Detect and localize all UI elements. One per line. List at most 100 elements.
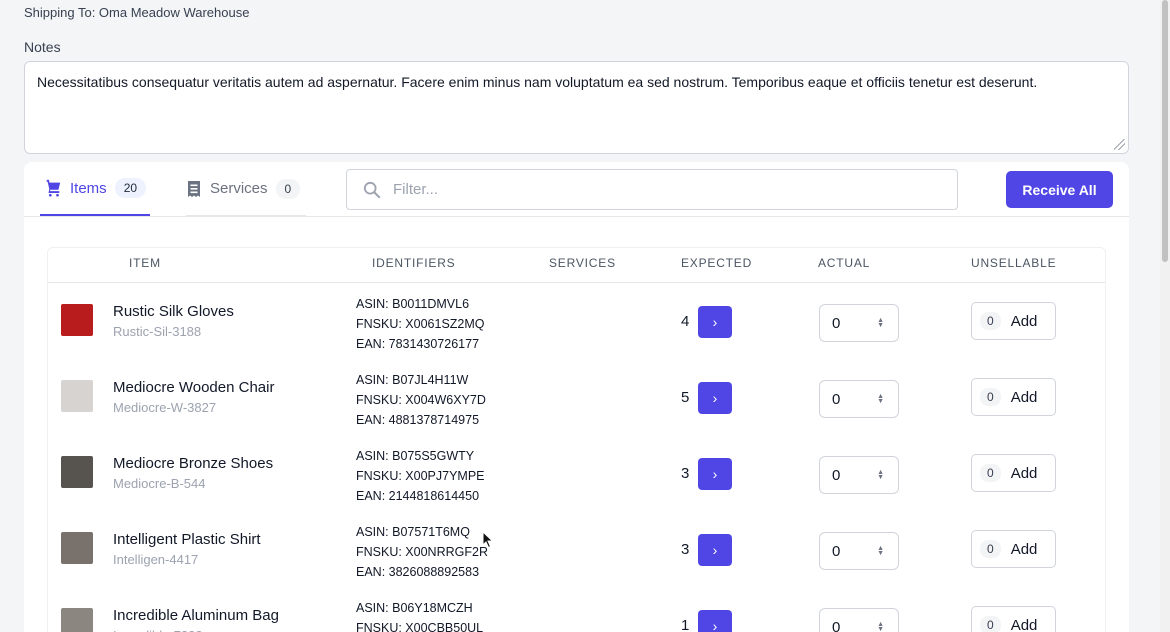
filter-input[interactable]: [393, 181, 913, 198]
product-thumbnail: [61, 532, 93, 564]
chevron-right-icon: ›: [712, 314, 718, 330]
cart-icon: [46, 179, 61, 197]
chevron-right-icon: ›: [712, 542, 718, 558]
column-header-expected: EXPECTED: [681, 256, 753, 270]
tab-services-count: 0: [275, 178, 301, 199]
product-thumbnail: [61, 608, 93, 632]
add-unsellable-button[interactable]: 0 Add: [971, 530, 1056, 568]
fnsku: FNSKU: X00CBB50UL: [356, 621, 484, 632]
stepper-arrows-icon[interactable]: ▲ ▼: [877, 621, 884, 632]
stepper-arrows-icon[interactable]: ▲ ▼: [877, 317, 884, 329]
product-name: Incredible Aluminum Bag: [113, 607, 279, 624]
resize-grip-icon[interactable]: [1114, 139, 1125, 150]
unsellable-count: 0: [980, 464, 1001, 482]
product-identifiers: ASIN: B06Y18MCZH FNSKU: X00CBB50UL: [356, 598, 483, 632]
table-row: Incredible Aluminum Bag Incredible-7232 …: [48, 587, 1105, 632]
table-row: Mediocre Wooden Chair Mediocre-W-3827 AS…: [48, 359, 1105, 435]
column-header-actual: ACTUAL: [818, 256, 871, 270]
add-unsellable-button[interactable]: 0 Add: [971, 302, 1056, 340]
add-label: Add: [1010, 388, 1038, 406]
expected-quantity: 3: [681, 541, 690, 558]
expected-quantity: 1: [681, 617, 690, 632]
fill-expected-button[interactable]: ›: [698, 306, 732, 338]
product-name: Mediocre Wooden Chair: [113, 379, 275, 396]
ean: EAN: 4881378714975: [356, 413, 480, 427]
column-header-services: SERVICES: [549, 256, 616, 270]
table-row: Intelligent Plastic Shirt Intelligen-441…: [48, 511, 1105, 587]
actual-quantity-value: 0: [832, 390, 841, 408]
chevron-right-icon: ›: [712, 390, 718, 406]
product-sku: Mediocre-W-3827: [113, 400, 217, 415]
product-thumbnail: [61, 304, 93, 336]
fill-expected-button[interactable]: ›: [698, 382, 732, 414]
actual-quantity-value: 0: [832, 466, 841, 484]
unsellable-count: 0: [980, 540, 1001, 558]
search-icon: [363, 181, 381, 198]
fill-expected-button[interactable]: ›: [698, 458, 732, 490]
fnsku: FNSKU: X00NRRGF2R: [356, 545, 488, 559]
shipping-destination: Shipping To: Oma Meadow Warehouse: [24, 5, 250, 20]
product-sku: Intelligen-4417: [113, 552, 199, 567]
scrollbar-thumb[interactable]: [1162, 0, 1168, 262]
table-row: Rustic Silk Gloves Rustic-Sil-3188 ASIN:…: [48, 283, 1105, 359]
add-unsellable-button[interactable]: 0 Add: [971, 378, 1056, 416]
ean: EAN: 2144818614450: [356, 489, 480, 503]
actual-quantity-input[interactable]: 0 ▲ ▼: [819, 532, 899, 570]
tab-items[interactable]: Items 20: [40, 162, 150, 216]
fnsku: FNSKU: X004W6XY7D: [356, 393, 486, 407]
stepper-arrows-icon[interactable]: ▲ ▼: [877, 469, 884, 481]
asin: ASIN: B075S5GWTY: [356, 449, 475, 463]
product-name: Mediocre Bronze Shoes: [113, 455, 274, 472]
column-header-identifiers: IDENTIFIERS: [372, 256, 456, 270]
filter-box: [346, 169, 958, 210]
actual-quantity-input[interactable]: 0 ▲ ▼: [819, 304, 899, 342]
product-identifiers: ASIN: B0011DMVL6 FNSKU: X0061SZ2MQ EAN: …: [356, 294, 485, 354]
fill-expected-button[interactable]: ›: [698, 534, 732, 566]
asin: ASIN: B07JL4H11W: [356, 373, 469, 387]
asin: ASIN: B06Y18MCZH: [356, 601, 473, 615]
stepper-arrows-icon[interactable]: ▲ ▼: [877, 545, 884, 557]
stepper-arrows-icon[interactable]: ▲ ▼: [877, 393, 884, 405]
notes-label: Notes: [24, 39, 61, 55]
add-unsellable-button[interactable]: 0 Add: [971, 454, 1056, 492]
unsellable-count: 0: [980, 616, 1001, 632]
tabs-bar: Items 20 Services 0 Receive All: [24, 162, 1129, 217]
tab-items-label: Items: [70, 179, 107, 197]
page-scrollbar[interactable]: [1160, 0, 1170, 632]
receipt-icon: [188, 180, 200, 197]
add-label: Add: [1010, 312, 1038, 330]
asin: ASIN: B0011DMVL6: [356, 297, 470, 311]
add-label: Add: [1010, 540, 1038, 558]
actual-quantity-input[interactable]: 0 ▲ ▼: [819, 456, 899, 494]
chevron-right-icon: ›: [712, 618, 718, 632]
mouse-cursor-icon: [482, 531, 494, 549]
actual-quantity-value: 0: [832, 542, 841, 560]
unsellable-count: 0: [980, 388, 1001, 406]
product-sku: Mediocre-B-544: [113, 476, 206, 491]
fnsku: FNSKU: X00PJ7YMPE: [356, 469, 485, 483]
actual-quantity-value: 0: [832, 314, 841, 332]
ean: EAN: 3826088892583: [356, 565, 480, 579]
actual-quantity-input[interactable]: 0 ▲ ▼: [819, 608, 899, 632]
product-sku: Rustic-Sil-3188: [113, 324, 202, 339]
ean: EAN: 7831430726177: [356, 337, 480, 351]
actual-quantity-value: 0: [832, 618, 841, 632]
table-header: ITEM IDENTIFIERS SERVICES EXPECTED ACTUA…: [48, 248, 1105, 283]
expected-quantity: 5: [681, 389, 690, 406]
tab-services-label: Services: [210, 180, 268, 197]
add-label: Add: [1010, 616, 1038, 632]
product-identifiers: ASIN: B07JL4H11W FNSKU: X004W6XY7D EAN: …: [356, 370, 486, 430]
tab-items-count: 20: [114, 178, 147, 198]
fill-expected-button[interactable]: ›: [698, 610, 732, 632]
items-card: Items 20 Services 0 Receive All ITEM IDE…: [24, 162, 1129, 632]
tab-services[interactable]: Services 0: [186, 162, 306, 216]
product-identifiers: ASIN: B07571T6MQ FNSKU: X00NRRGF2R EAN: …: [356, 522, 488, 582]
expected-quantity: 4: [681, 313, 690, 330]
product-thumbnail: [61, 456, 93, 488]
notes-textarea[interactable]: Necessitatibus consequatur veritatis aut…: [24, 61, 1129, 154]
add-unsellable-button[interactable]: 0 Add: [971, 606, 1056, 632]
receive-all-button[interactable]: Receive All: [1006, 171, 1113, 208]
product-name: Rustic Silk Gloves: [113, 303, 234, 320]
product-thumbnail: [61, 380, 93, 412]
actual-quantity-input[interactable]: 0 ▲ ▼: [819, 380, 899, 418]
